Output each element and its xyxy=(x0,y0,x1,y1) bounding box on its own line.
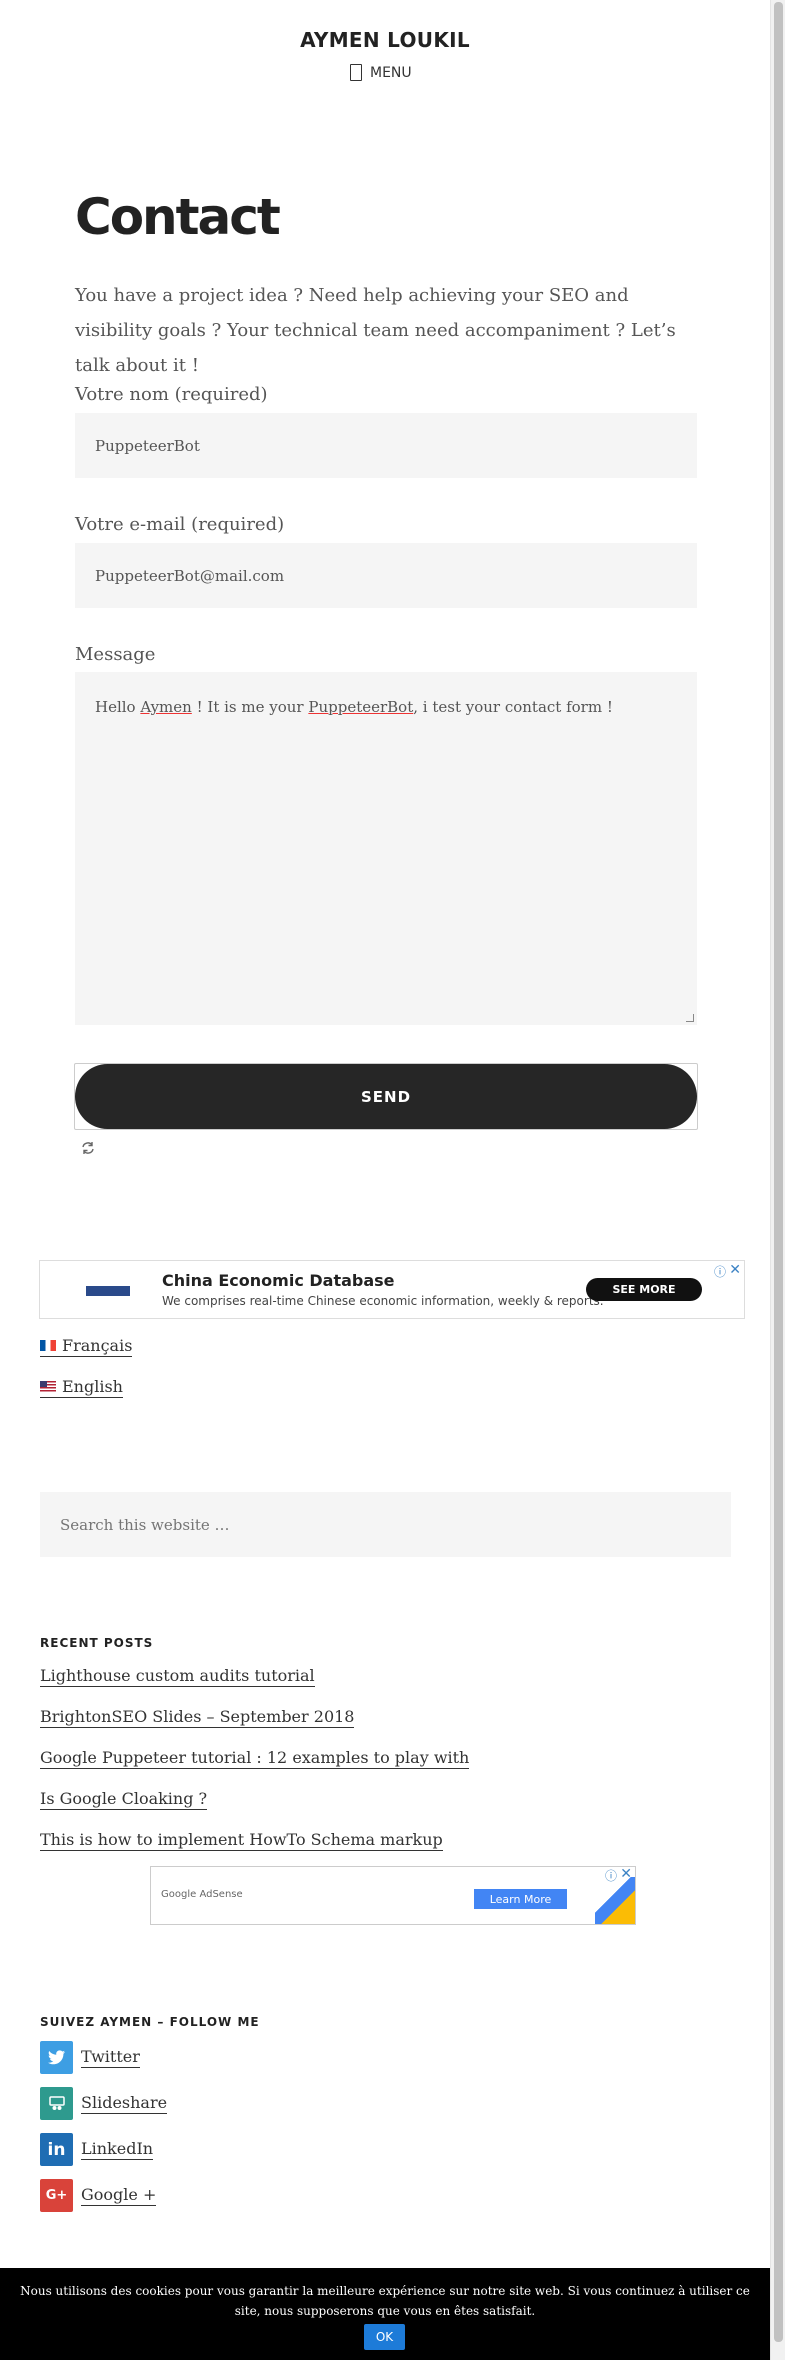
cookie-bar: Nous utilisons des cookies pour vous gar… xyxy=(0,2268,770,2360)
language-label: Français xyxy=(62,1336,133,1355)
resize-grip[interactable] xyxy=(686,1014,694,1022)
slideshare-link[interactable]: Slideshare xyxy=(40,2087,168,2120)
linkedin-icon: in xyxy=(40,2133,73,2166)
language-link-french[interactable]: Français xyxy=(40,1336,133,1357)
menu-label: MENU xyxy=(370,64,412,81)
message-text-2: Aymen xyxy=(140,698,192,716)
page-title: Contact xyxy=(75,188,281,246)
message-text-5: , i test your contact form ! xyxy=(413,698,613,716)
adsense-banner[interactable]: Google AdSense Learn More ⓘ ✕ xyxy=(150,1866,636,1925)
recent-post-link[interactable]: Is Google Cloaking ? xyxy=(40,1789,208,1810)
email-label: Votre e-mail (required) xyxy=(75,514,285,535)
scrollbar-thumb[interactable] xyxy=(774,2,783,2342)
recent-post-link[interactable]: BrightonSEO Slides – September 2018 xyxy=(40,1707,355,1728)
message-textarea[interactable]: Hello Aymen ! It is me your PuppeteerBot… xyxy=(75,672,697,1025)
refresh-captcha-icon[interactable] xyxy=(80,1140,96,1156)
recent-post-link[interactable]: Google Puppeteer tutorial : 12 examples … xyxy=(40,1748,470,1769)
adsense-brand: Google AdSense xyxy=(161,1889,243,1900)
site-title[interactable]: AYMEN LOUKIL xyxy=(0,28,770,52)
france-flag-icon xyxy=(40,1340,56,1351)
adsense-learn-more-button[interactable]: Learn More xyxy=(474,1889,567,1909)
linkedin-label: LinkedIn xyxy=(81,2139,154,2160)
cookie-text: Nous utilisons des cookies pour vous gar… xyxy=(20,2284,750,2318)
language-link-english[interactable]: English xyxy=(40,1377,123,1398)
ad-logo xyxy=(86,1286,130,1296)
google-plus-link[interactable]: G+ Google + xyxy=(40,2179,157,2212)
slideshare-icon xyxy=(40,2087,73,2120)
slideshare-label: Slideshare xyxy=(81,2093,168,2114)
ad-see-more-button[interactable]: SEE MORE xyxy=(586,1278,702,1301)
ad-close-icon[interactable]: ✕ xyxy=(729,1262,741,1278)
twitter-icon xyxy=(40,2041,73,2074)
message-text-1: Hello xyxy=(95,698,141,716)
message-label: Message xyxy=(75,644,156,665)
ad-banner[interactable]: China Economic Database We comprises rea… xyxy=(39,1260,745,1319)
scrollbar[interactable] xyxy=(770,0,785,2360)
language-label: English xyxy=(62,1377,123,1396)
us-flag-icon xyxy=(40,1381,56,1392)
site-header: AYMEN LOUKIL MENU xyxy=(0,0,770,100)
recent-post-link[interactable]: Lighthouse custom audits tutorial xyxy=(40,1666,315,1687)
menu-icon xyxy=(350,64,362,81)
search-input[interactable] xyxy=(40,1492,731,1557)
send-button[interactable]: SEND xyxy=(75,1064,697,1129)
menu-toggle-button[interactable]: MENU xyxy=(350,64,412,81)
linkedin-link[interactable]: in LinkedIn xyxy=(40,2133,154,2166)
ad-info-icon[interactable]: ⓘ xyxy=(714,1263,726,1280)
cookie-ok-button[interactable]: OK xyxy=(364,2324,405,2350)
ad-info-icon[interactable]: ⓘ xyxy=(605,1867,617,1884)
message-text-3: ! It is me your xyxy=(191,698,309,716)
name-field[interactable] xyxy=(75,413,697,478)
adsense-decoration xyxy=(595,1877,635,1924)
message-text-4: PuppeteerBot xyxy=(308,698,414,716)
follow-title: SUIVEZ AYMEN – FOLLOW ME xyxy=(40,2015,260,2029)
name-label: Votre nom (required) xyxy=(75,384,268,405)
twitter-label: Twitter xyxy=(81,2047,140,2068)
twitter-link[interactable]: Twitter xyxy=(40,2041,140,2074)
google-plus-icon: G+ xyxy=(40,2179,73,2212)
ad-title[interactable]: China Economic Database xyxy=(162,1271,395,1290)
google-plus-label: Google + xyxy=(81,2185,157,2206)
ad-text: We comprises real-time Chinese economic … xyxy=(162,1294,604,1308)
recent-post-link[interactable]: This is how to implement HowTo Schema ma… xyxy=(40,1830,443,1851)
email-field[interactable] xyxy=(75,543,697,608)
intro-text: You have a project idea ? Need help achi… xyxy=(75,285,676,376)
ad-close-icon[interactable]: ✕ xyxy=(620,1867,632,1882)
recent-posts-title: RECENT POSTS xyxy=(40,1636,154,1650)
